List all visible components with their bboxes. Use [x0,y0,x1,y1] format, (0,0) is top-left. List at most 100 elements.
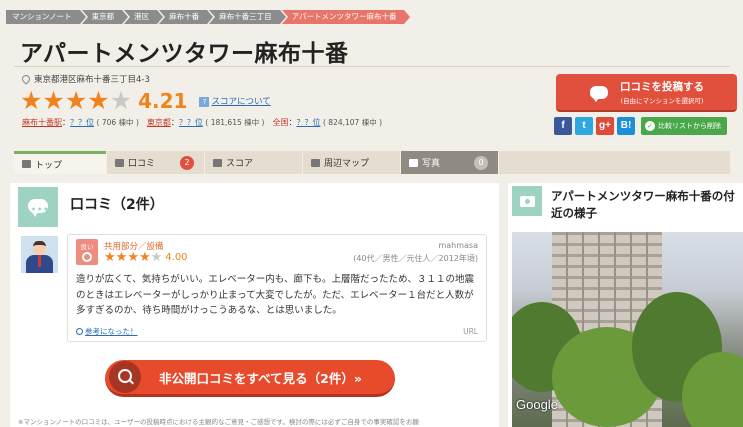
share-bar: f t g+ B! ✓ 比較リストから削除 [554,117,727,135]
rank-prefecture-value[interactable]: ？？位 [179,118,203,127]
star-icon: ★ [42,86,65,115]
rating: ★ ★ ★ ★ ★ 4.21 ? スコアについて [20,88,271,113]
post-review-label: 口コミを投稿する (自由にマンションを選択可) [620,79,704,105]
tab-map-label: 周辺マップ [324,159,370,169]
star-icon: ★ [87,86,110,115]
hatena-bookmark-icon[interactable]: B! [617,117,635,135]
address: 東京都港区麻布十番三丁目4-3 [20,73,150,85]
star-icon: ★ [64,86,88,115]
breadcrumb-item-home[interactable]: マンションノート [6,10,86,24]
bubble-dots: ••• [31,205,50,214]
question-icon: ? [199,96,210,107]
compare-label: 比較リストから削除 [658,122,721,130]
post-review-sub: (自由にマンションを選択可) [620,97,704,105]
tab-reviews-label: 口コミ [128,159,156,169]
rank-national: 全国：？？位 ( 824,107 棟中 ) [272,118,383,127]
rank-prefecture: 東京都：？？位 ( 181,615 棟中 ) [146,118,265,127]
check-icon: ✓ [645,121,655,131]
home-icon [22,160,31,168]
tab-bar-filler [499,151,730,174]
avatar [21,236,58,273]
google-plus-icon[interactable]: g+ [596,117,614,135]
magnifier-icon [109,361,141,393]
facebook-icon[interactable]: f [554,117,572,135]
address-text: 東京都港区麻布十番三丁目4-3 [34,75,150,85]
post-review-main: 口コミを投稿する [620,81,704,93]
circle-icon [82,252,92,262]
review-text: 造りが広くて、気持ちがいい。エレベーター内も、廊下も。上層階だったため、３１１の… [76,274,474,316]
tab-top[interactable]: トップ [14,151,106,174]
post-review-button[interactable]: 口コミを投稿する (自由にマンションを選択可) [556,74,737,112]
rank-national-count: ( 824,107 棟中 ) [323,118,383,127]
compare-remove-button[interactable]: ✓ 比較リストから削除 [641,117,727,135]
score-about-link[interactable]: ? スコアについて [199,95,271,107]
camera-icon [512,186,542,216]
photos-count-badge: 0 [474,156,488,170]
rank-station-value[interactable]: ？？位 [70,118,94,127]
rank-prefecture-label[interactable]: 東京都 [147,118,171,127]
star-icon: ★ [104,250,116,265]
rank-station-count: ( 706 棟中 ) [96,118,139,127]
comment-icon [115,158,124,167]
street-view-image[interactable]: Google [512,232,743,427]
star-empty-icon: ★ [150,250,163,265]
star-icon: ★ [20,86,43,115]
star-tab-icon [213,158,222,167]
rank-national-value[interactable]: ？？位 [296,118,320,127]
helpful-text[interactable]: 参考になった！ [85,327,138,336]
avatar-head [33,241,46,255]
reviews-count-badge: 2 [180,156,194,170]
breadcrumb-item-minato[interactable]: 港区 [124,10,164,24]
map-pin-icon [20,73,32,85]
avatar-tie [38,255,41,267]
tab-photos[interactable]: 写真 0 [401,151,498,174]
neighborhood-title: アパートメンツタワー麻布十番の付近の様子 [551,189,735,220]
review-score: 4.00 [165,252,188,263]
see-all-reviews-button[interactable]: 非公開口コミをすべて見る（2件）» [105,360,395,397]
review-author: mahmasa [438,241,478,250]
breadcrumb: マンションノート 東京都 港区 麻布十番 麻布十番三丁目 アパートメンツタワー麻… [6,10,411,24]
neighborhood-panel: アパートメンツタワー麻布十番の付近の様子 Google [508,183,743,427]
review-stars: ★ ★ ★ ★ ★ 4.00 [104,251,188,264]
star-icon: ★ [138,250,151,265]
helpful-icon [76,328,83,335]
review-card: 良い 共用部分／設備 ★ ★ ★ ★ ★ 4.00 mahmasa (40代／男… [67,234,487,342]
tab-map[interactable]: 周辺マップ [303,151,400,174]
page-title: アパートメンツタワー麻布十番 [20,41,349,67]
breadcrumb-item-current: アパートメンツタワー麻布十番 [281,10,411,24]
tab-reviews[interactable]: 口コミ 2 [107,151,204,174]
breadcrumb-item-azabujuban-3[interactable]: 麻布十番三丁目 [209,10,286,24]
good-badge: 良い [76,239,98,265]
reviews-heading: 口コミ（2件） [70,197,164,213]
tab-bar: トップ 口コミ 2 スコア 周辺マップ 写真 0 [14,151,730,174]
disclaimer: ※マンションノートの口コミは、ユーザーの投稿時点における主観的なご意見・ご感想で… [18,418,419,426]
rating-score: 4.21 [138,88,188,113]
review-url-link[interactable]: URL [463,327,478,336]
star-icon: ★ [127,250,139,265]
tab-score-label: スコア [226,159,254,169]
score-about-text[interactable]: スコアについて [211,97,270,107]
review-meta: (40代／男性／元住人／2012年頃) [353,254,478,263]
title-divider [14,66,730,67]
speech-bubble-icon [590,85,608,102]
breadcrumb-item-tokyo[interactable]: 東京都 [81,10,128,24]
helpful-link[interactable]: 参考になった！ [76,326,138,337]
good-badge-label: 良い [80,243,94,251]
reviews-panel: ••• 口コミ（2件） 良い 共用部分／設備 ★ ★ ★ ★ ★ 4.00 ma… [10,183,499,427]
google-logo: Google [516,397,558,412]
rank-national-label: 全国 [272,118,289,127]
tab-score[interactable]: スコア [205,151,302,174]
rank-prefecture-count: ( 181,615 棟中 ) [205,118,265,127]
rank-station: 麻布十番駅：？？位 ( 706 棟中 ) [22,118,139,127]
rankings: 麻布十番駅：？？位 ( 706 棟中 ) 東京都：？？位 ( 181,615 棟… [22,117,382,128]
camera-icon [409,158,418,167]
tab-top-label: トップ [35,160,63,171]
see-all-label: 非公開口コミをすべて見る（2件）» [159,370,362,386]
star-empty-icon: ★ [109,86,133,115]
map-icon [311,158,320,167]
breadcrumb-item-azabujuban[interactable]: 麻布十番 [159,10,214,24]
twitter-icon[interactable]: t [575,117,593,135]
star-icon: ★ [115,250,128,265]
rank-station-label[interactable]: 麻布十番駅 [22,118,62,127]
tab-photos-label: 写真 [422,159,441,169]
